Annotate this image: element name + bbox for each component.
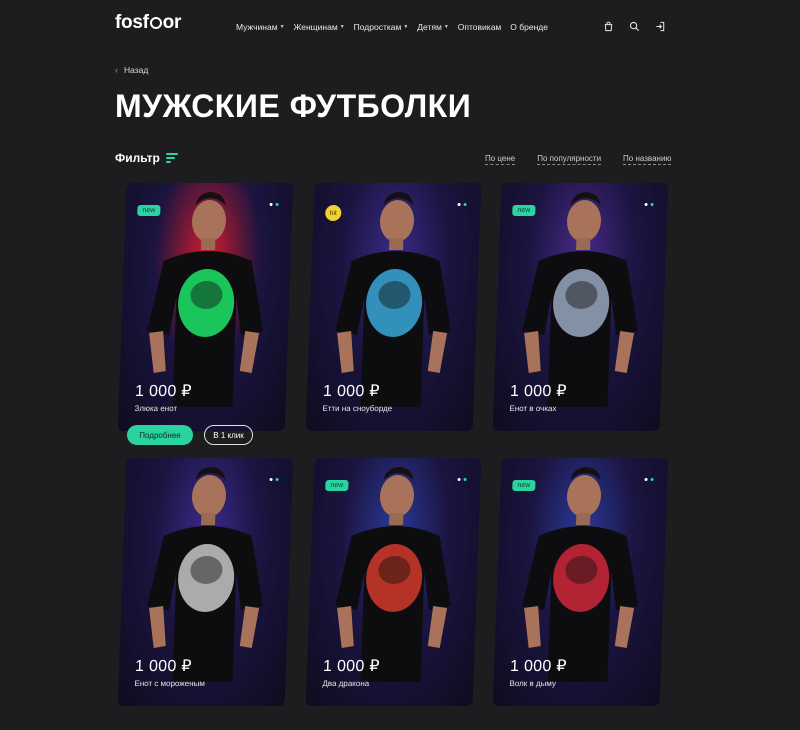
dot-active[interactable] [650,203,654,206]
header-icons [602,20,666,32]
nav-item-label: Мужчинам [236,22,278,32]
gallery-dots[interactable] [457,478,467,481]
gallery-dots[interactable] [269,478,279,481]
product-price: 1 000 ₽ [509,658,568,675]
dot-active[interactable] [463,203,467,206]
product-price: 1 000 ₽ [134,383,193,400]
nav-item-0[interactable]: Мужчинам ▼ [236,22,285,32]
site-header: fosf or Мужчинам ▼ Женщинам ▼ Подросткам ▼ Детя… [0,0,800,54]
new-badge: new [512,480,536,491]
filter-label: Фильтр [115,151,160,165]
login-icon[interactable] [654,20,666,32]
caret-down-icon: ▼ [339,24,345,30]
product-name: Два дракона [322,679,370,688]
dot-active[interactable] [275,478,279,481]
product-card[interactable]: new 1 000 ₽ Енот в очках [492,183,669,431]
product-price: 1 000 ₽ [322,658,381,675]
caret-down-icon: ▼ [443,24,449,30]
gallery-dots[interactable] [269,203,279,206]
sort-option-0[interactable]: По цене [485,154,516,165]
gallery-dots[interactable] [457,203,467,206]
nav-item-5[interactable]: О бренде [510,22,548,32]
product-name: Злюка енот [134,404,178,413]
product-price: 1 000 ₽ [322,383,381,400]
product-card[interactable]: 1 000 ₽ Енот с мороженым [117,458,294,706]
dot[interactable] [457,203,461,206]
product-name: Енот с мороженым [134,679,205,688]
dot[interactable] [457,478,461,481]
dot[interactable] [644,478,648,481]
sort-options: По цене По популярности По названию [485,154,672,165]
dot-active[interactable] [275,203,279,206]
dot[interactable] [269,203,273,206]
brand-logo[interactable]: fosf or [115,12,181,34]
product-name: Енот в очках [509,404,557,413]
nav-item-2[interactable]: Подросткам ▼ [354,22,409,32]
sort-option-2[interactable]: По названию [623,154,672,165]
back-link[interactable]: ‹ Назад [115,65,148,75]
dot[interactable] [644,203,648,206]
filter-button[interactable]: Фильтр [115,151,178,165]
product-name: Етти на сноуборде [322,404,393,413]
gallery-dots[interactable] [644,203,654,206]
caret-down-icon: ▼ [279,24,285,30]
nav-item-3[interactable]: Детям ▼ [417,22,449,32]
dot-active[interactable] [463,478,467,481]
one-click-buy-button[interactable]: В 1 клик [204,425,253,445]
nav-item-1[interactable]: Женщинам ▼ [294,22,345,32]
nav-item-4[interactable]: Оптовикам [458,22,501,32]
gallery-dots[interactable] [644,478,654,481]
sort-option-1[interactable]: По популярности [537,154,602,165]
details-button[interactable]: Подробнее [127,425,193,445]
new-badge: new [137,205,161,216]
nav-item-label: О бренде [510,22,548,32]
back-label: Назад [124,65,149,75]
product-price: 1 000 ₽ [509,383,568,400]
chevron-left-icon: ‹ [115,65,118,75]
dot[interactable] [269,478,273,481]
product-card[interactable]: new 1 000 ₽ Два дракона [305,458,482,706]
caret-down-icon: ▼ [403,24,409,30]
nav-item-label: Оптовикам [457,22,502,32]
product-price: 1 000 ₽ [134,658,193,675]
nav-item-label: Женщинам [293,22,338,32]
search-icon[interactable] [628,20,640,32]
product-card[interactable]: new 1 000 ₽ Волк в дыму [492,458,669,706]
filter-icon [165,153,178,163]
new-badge: new [512,205,536,216]
main-nav: Мужчинам ▼ Женщинам ▼ Подросткам ▼ Детям ▼ Оптов… [236,22,548,32]
product-card[interactable]: hit 1 000 ₽ Етти на сноуборде [305,183,482,431]
nav-item-label: Подросткам [353,22,402,32]
dot-active[interactable] [650,478,654,481]
bag-icon[interactable] [602,20,614,32]
nav-item-label: Детям [417,22,442,32]
new-badge: new [325,480,349,491]
page-title: МУЖСКИЕ ФУТБОЛКИ [115,88,472,124]
product-name: Волк в дыму [509,679,557,688]
product-card[interactable]: new 1 000 ₽ Злюка енот [117,183,294,431]
